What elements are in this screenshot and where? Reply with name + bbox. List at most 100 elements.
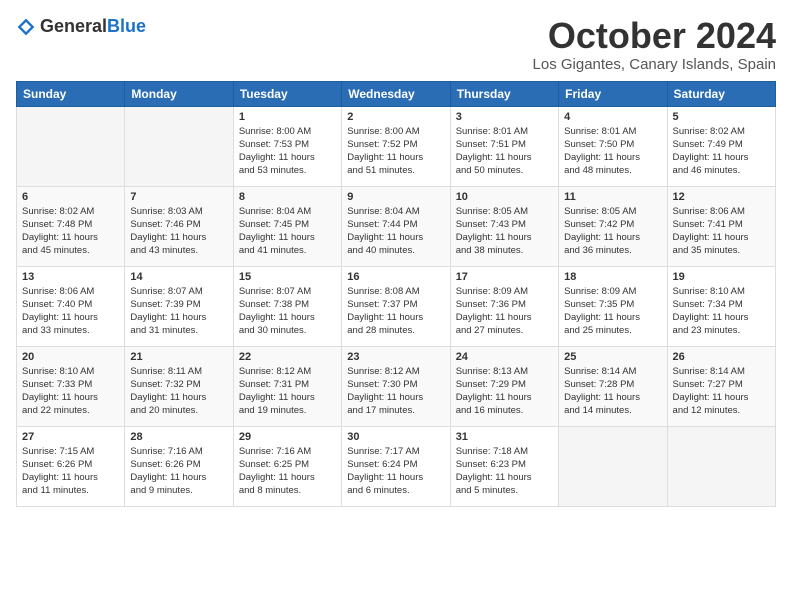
- day-info: Sunrise: 8:12 AM Sunset: 7:31 PM Dayligh…: [239, 365, 336, 418]
- day-number: 29: [239, 431, 336, 443]
- calendar-cell: 1Sunrise: 8:00 AM Sunset: 7:53 PM Daylig…: [233, 106, 341, 186]
- day-number: 12: [673, 191, 770, 203]
- calendar-week-row: 1Sunrise: 8:00 AM Sunset: 7:53 PM Daylig…: [17, 106, 776, 186]
- day-number: 8: [239, 191, 336, 203]
- calendar-cell: 4Sunrise: 8:01 AM Sunset: 7:50 PM Daylig…: [559, 106, 667, 186]
- day-number: 23: [347, 351, 444, 363]
- calendar-week-row: 20 Sunrise: 8:10 AM Sunset: 7:33 PM Dayli…: [17, 346, 776, 426]
- calendar-cell: 17 Sunrise: 8:09 AM Sunset: 7:36 PM Dayli…: [450, 266, 558, 346]
- calendar-cell: 31 Sunrise: 7:18 AM Sunset: 6:23 PM Dayli…: [450, 426, 558, 506]
- day-number: 20: [22, 351, 119, 363]
- calendar-cell: 6Sunrise: 8:02 AM Sunset: 7:48 PM Daylig…: [17, 186, 125, 266]
- day-info: Sunrise: 8:03 AM Sunset: 7:46 PM Dayligh…: [130, 205, 227, 258]
- day-number: 9: [347, 191, 444, 203]
- day-info: Sunrise: 8:13 AM Sunset: 7:29 PM Dayligh…: [456, 365, 553, 418]
- day-info: Sunrise: 8:05 AM Sunset: 7:43 PM Dayligh…: [456, 205, 553, 258]
- day-number: 27: [22, 431, 119, 443]
- calendar-cell: 15 Sunrise: 8:07 AM Sunset: 7:38 PM Dayli…: [233, 266, 341, 346]
- calendar-header-row: SundayMondayTuesdayWednesdayThursdayFrid…: [17, 81, 776, 106]
- day-info: Sunrise: 7:16 AM Sunset: 6:26 PM Dayligh…: [130, 445, 227, 498]
- day-number: 15: [239, 271, 336, 283]
- day-number: 25: [564, 351, 661, 363]
- day-number: 30: [347, 431, 444, 443]
- day-number: 10: [456, 191, 553, 203]
- day-number: 2: [347, 111, 444, 123]
- logo-text: GeneralBlue: [40, 16, 146, 37]
- calendar-cell: 11Sunrise: 8:05 AM Sunset: 7:42 PM Dayli…: [559, 186, 667, 266]
- calendar-cell: 8 Sunrise: 8:04 AM Sunset: 7:45 PM Daylig…: [233, 186, 341, 266]
- logo-general: General: [40, 16, 107, 36]
- calendar-cell: 12 Sunrise: 8:06 AM Sunset: 7:41 PM Dayli…: [667, 186, 775, 266]
- calendar-cell: [667, 426, 775, 506]
- day-header-tuesday: Tuesday: [233, 81, 341, 106]
- calendar-table: SundayMondayTuesdayWednesdayThursdayFrid…: [16, 81, 776, 507]
- day-info: Sunrise: 8:05 AM Sunset: 7:42 PM Dayligh…: [564, 205, 661, 258]
- day-info: Sunrise: 8:01 AM Sunset: 7:51 PM Dayligh…: [456, 125, 553, 178]
- day-number: 4: [564, 111, 661, 123]
- logo-blue: Blue: [107, 16, 146, 36]
- calendar-cell: 24 Sunrise: 8:13 AM Sunset: 7:29 PM Dayli…: [450, 346, 558, 426]
- calendar-cell: 29 Sunrise: 7:16 AM Sunset: 6:25 PM Dayli…: [233, 426, 341, 506]
- calendar-cell: 27Sunrise: 7:15 AM Sunset: 6:26 PM Dayli…: [17, 426, 125, 506]
- calendar-cell: [125, 106, 233, 186]
- day-info: Sunrise: 8:09 AM Sunset: 7:36 PM Dayligh…: [456, 285, 553, 338]
- day-number: 17: [456, 271, 553, 283]
- day-info: Sunrise: 8:00 AM Sunset: 7:53 PM Dayligh…: [239, 125, 336, 178]
- day-header-monday: Monday: [125, 81, 233, 106]
- calendar-cell: [559, 426, 667, 506]
- day-info: Sunrise: 8:04 AM Sunset: 7:44 PM Dayligh…: [347, 205, 444, 258]
- day-info: Sunrise: 8:07 AM Sunset: 7:39 PM Dayligh…: [130, 285, 227, 338]
- calendar-cell: 13 Sunrise: 8:06 AM Sunset: 7:40 PM Dayli…: [17, 266, 125, 346]
- day-number: 22: [239, 351, 336, 363]
- calendar-week-row: 13 Sunrise: 8:06 AM Sunset: 7:40 PM Dayli…: [17, 266, 776, 346]
- day-number: 24: [456, 351, 553, 363]
- day-number: 21: [130, 351, 227, 363]
- calendar-cell: 25 Sunrise: 8:14 AM Sunset: 7:28 PM Dayli…: [559, 346, 667, 426]
- day-info: Sunrise: 8:02 AM Sunset: 7:49 PM Dayligh…: [673, 125, 770, 178]
- day-info: Sunrise: 7:18 AM Sunset: 6:23 PM Dayligh…: [456, 445, 553, 498]
- day-number: 28: [130, 431, 227, 443]
- calendar-cell: 9 Sunrise: 8:04 AM Sunset: 7:44 PM Daylig…: [342, 186, 450, 266]
- day-info: Sunrise: 8:14 AM Sunset: 7:27 PM Dayligh…: [673, 365, 770, 418]
- month-year-title: October 2024: [533, 16, 776, 56]
- calendar-cell: 20 Sunrise: 8:10 AM Sunset: 7:33 PM Dayli…: [17, 346, 125, 426]
- calendar-cell: 5Sunrise: 8:02 AM Sunset: 7:49 PM Daylig…: [667, 106, 775, 186]
- calendar-cell: 21 Sunrise: 8:11 AM Sunset: 7:32 PM Dayli…: [125, 346, 233, 426]
- calendar-cell: 10 Sunrise: 8:05 AM Sunset: 7:43 PM Dayli…: [450, 186, 558, 266]
- calendar-cell: 16Sunrise: 8:08 AM Sunset: 7:37 PM Dayli…: [342, 266, 450, 346]
- day-header-saturday: Saturday: [667, 81, 775, 106]
- calendar-cell: [17, 106, 125, 186]
- day-info: Sunrise: 8:09 AM Sunset: 7:35 PM Dayligh…: [564, 285, 661, 338]
- day-number: 7: [130, 191, 227, 203]
- day-number: 31: [456, 431, 553, 443]
- day-number: 18: [564, 271, 661, 283]
- calendar-cell: 23 Sunrise: 8:12 AM Sunset: 7:30 PM Dayli…: [342, 346, 450, 426]
- day-info: Sunrise: 8:08 AM Sunset: 7:37 PM Dayligh…: [347, 285, 444, 338]
- day-info: Sunrise: 8:04 AM Sunset: 7:45 PM Dayligh…: [239, 205, 336, 258]
- day-info: Sunrise: 7:17 AM Sunset: 6:24 PM Dayligh…: [347, 445, 444, 498]
- calendar-cell: 26 Sunrise: 8:14 AM Sunset: 7:27 PM Dayli…: [667, 346, 775, 426]
- calendar-cell: 18 Sunrise: 8:09 AM Sunset: 7:35 PM Dayli…: [559, 266, 667, 346]
- day-info: Sunrise: 7:16 AM Sunset: 6:25 PM Dayligh…: [239, 445, 336, 498]
- day-info: Sunrise: 8:14 AM Sunset: 7:28 PM Dayligh…: [564, 365, 661, 418]
- day-info: Sunrise: 8:00 AM Sunset: 7:52 PM Dayligh…: [347, 125, 444, 178]
- day-number: 26: [673, 351, 770, 363]
- day-info: Sunrise: 8:11 AM Sunset: 7:32 PM Dayligh…: [130, 365, 227, 418]
- calendar-cell: 3 Sunrise: 8:01 AM Sunset: 7:51 PM Daylig…: [450, 106, 558, 186]
- calendar-cell: 7 Sunrise: 8:03 AM Sunset: 7:46 PM Daylig…: [125, 186, 233, 266]
- day-header-wednesday: Wednesday: [342, 81, 450, 106]
- day-header-sunday: Sunday: [17, 81, 125, 106]
- day-info: Sunrise: 8:12 AM Sunset: 7:30 PM Dayligh…: [347, 365, 444, 418]
- day-number: 3: [456, 111, 553, 123]
- day-info: Sunrise: 8:06 AM Sunset: 7:40 PM Dayligh…: [22, 285, 119, 338]
- day-info: Sunrise: 8:10 AM Sunset: 7:33 PM Dayligh…: [22, 365, 119, 418]
- day-info: Sunrise: 8:06 AM Sunset: 7:41 PM Dayligh…: [673, 205, 770, 258]
- title-block: October 2024 Los Gigantes, Canary Island…: [533, 16, 776, 73]
- calendar-week-row: 6Sunrise: 8:02 AM Sunset: 7:48 PM Daylig…: [17, 186, 776, 266]
- calendar-cell: 28 Sunrise: 7:16 AM Sunset: 6:26 PM Dayli…: [125, 426, 233, 506]
- day-info: Sunrise: 8:02 AM Sunset: 7:48 PM Dayligh…: [22, 205, 119, 258]
- day-header-friday: Friday: [559, 81, 667, 106]
- calendar-week-row: 27Sunrise: 7:15 AM Sunset: 6:26 PM Dayli…: [17, 426, 776, 506]
- day-number: 13: [22, 271, 119, 283]
- day-info: Sunrise: 8:07 AM Sunset: 7:38 PM Dayligh…: [239, 285, 336, 338]
